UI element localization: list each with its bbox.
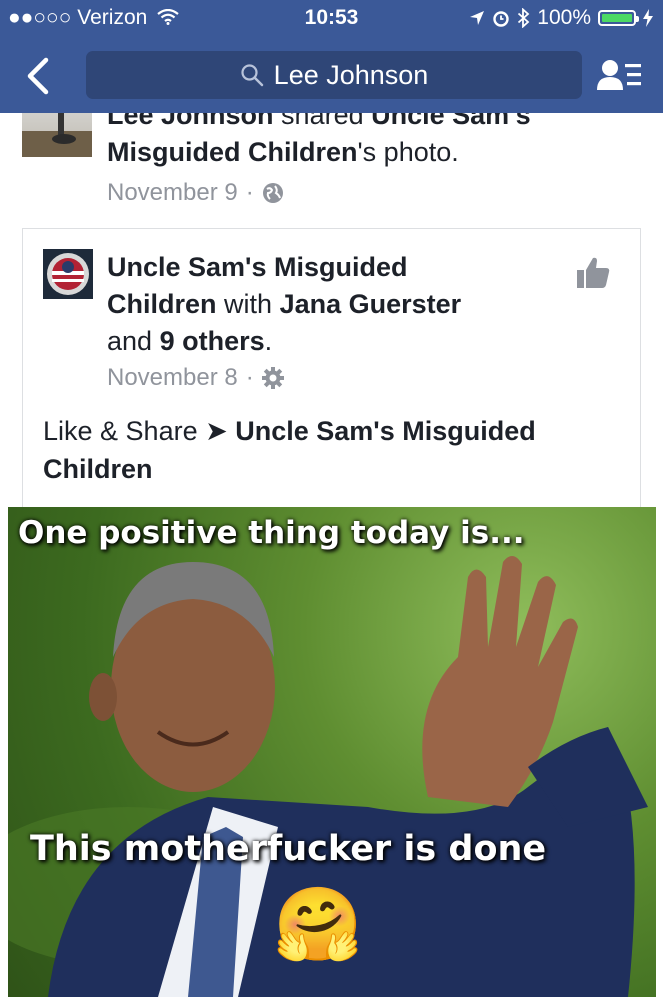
period: . <box>264 326 273 356</box>
post-message: Like & Share ➤ Uncle Sam's Misguided Chi… <box>43 412 623 488</box>
meta-separator: · <box>245 179 254 206</box>
battery-icon <box>598 10 639 26</box>
meme-caption-top: One positive thing today is... <box>18 515 525 551</box>
previous-story-headline: Lee Johnson shared Uncle Sam's Misguided… <box>107 113 637 171</box>
search-icon <box>241 64 263 87</box>
post-date[interactable]: November 8 <box>107 364 238 392</box>
post-page-name-cont[interactable]: Children <box>107 289 217 319</box>
previous-story-thumbnail[interactable] <box>22 113 92 157</box>
location-arrow-icon <box>470 11 485 25</box>
chevron-left-icon <box>27 57 49 95</box>
search-query: Lee Johnson <box>273 59 429 90</box>
story-actor[interactable]: Lee Johnson <box>107 113 274 130</box>
post-text-prefix: Like & Share <box>43 416 198 446</box>
navigation-header: ●●○○○ Verizon 10:53 100% Lee Johnson <box>0 0 663 113</box>
story-date[interactable]: November 9 <box>107 179 238 207</box>
meme-caption-bottom: This motherfucker is done <box>30 829 547 869</box>
globe-icon <box>262 183 283 203</box>
story-page-link[interactable]: Uncle Sam's <box>371 113 531 130</box>
post-header: Uncle Sam's Misguided Children with Jana… <box>107 249 517 360</box>
post-photo[interactable]: One positive thing today is... This moth… <box>8 507 656 997</box>
friend-list-icon <box>597 60 641 90</box>
meta-separator: · <box>245 364 254 391</box>
gear-icon <box>261 367 284 389</box>
status-indicators: 100% <box>469 6 653 30</box>
search-bar[interactable]: Lee Johnson <box>86 51 582 99</box>
bluetooth-icon <box>518 8 530 28</box>
hugging-face-emoji: 🤗 <box>273 885 363 965</box>
alarm-clock-icon <box>493 11 509 27</box>
news-feed[interactable]: Lee Johnson shared Uncle Sam's Misguided… <box>0 113 663 1000</box>
friend-requests-button[interactable] <box>595 54 645 98</box>
beach-photo-image <box>22 113 92 157</box>
post-page-name[interactable]: Uncle Sam's Misguided <box>107 252 408 282</box>
battery-percent: 100% <box>537 6 591 29</box>
story-page-link-cont[interactable]: Misguided Children <box>107 137 358 167</box>
story-object: 's photo. <box>357 137 459 167</box>
like-page-button[interactable] <box>575 255 611 291</box>
with-word: with <box>224 289 273 319</box>
post-meta: November 8 · <box>107 364 284 392</box>
thumbs-up-icon <box>577 257 610 288</box>
previous-story-meta: November 9 · <box>107 179 284 207</box>
battery-level <box>602 14 632 22</box>
story-verb: shared <box>281 113 364 130</box>
and-word: and <box>107 326 153 356</box>
page-logo-image <box>43 249 93 299</box>
tagged-others[interactable]: 9 others <box>160 326 265 356</box>
charging-bolt-icon <box>643 9 653 27</box>
back-button[interactable] <box>20 54 60 98</box>
tagged-person[interactable]: Jana Guerster <box>280 289 462 319</box>
arrow-glyph: ➤ <box>205 416 228 446</box>
page-avatar[interactable] <box>43 249 93 299</box>
